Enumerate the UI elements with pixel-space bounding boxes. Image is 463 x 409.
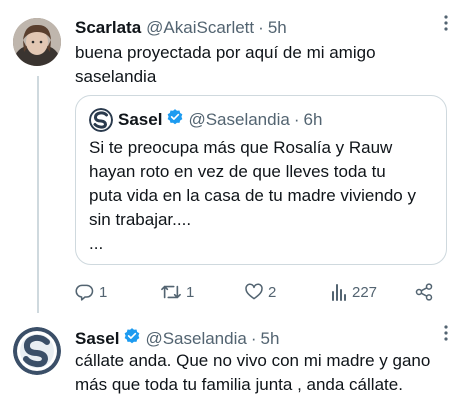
retweet-button[interactable]: 1	[160, 282, 194, 302]
reply-count: 1	[99, 283, 108, 301]
separator-dot: ·	[293, 109, 300, 129]
quote-time[interactable]: 6h	[304, 110, 323, 130]
author-name[interactable]: Sasel	[75, 329, 119, 349]
verified-icon	[123, 327, 141, 350]
retweet-count: 1	[186, 283, 195, 301]
reply-icon	[75, 284, 94, 301]
quote-text-line: puta vida en la casa de tu madre viviend…	[89, 186, 416, 205]
tweet1-header: Scarlata @AkaiScarlett · 5h	[75, 18, 287, 38]
tweet1-text-line: saselandia	[75, 67, 157, 86]
views-count: 227	[352, 283, 378, 301]
tweet2-header: Sasel @Saselandia · 5h	[75, 327, 279, 350]
more-icon[interactable]	[437, 14, 455, 32]
quote-text-line: sin trabajar....	[89, 210, 192, 229]
tweet2-text-line: cállate anda. Que no vivo con mi madre y…	[75, 351, 431, 370]
separator-dot: ·	[250, 328, 257, 348]
views-icon	[332, 284, 346, 301]
tweet2-text-line: más que toda tu familia junta , anda cál…	[75, 375, 403, 394]
reply-button[interactable]: 1	[75, 282, 107, 302]
quote-author-handle[interactable]: @Saselandia	[188, 110, 289, 130]
author-handle[interactable]: @AkaiScarlett	[146, 18, 254, 38]
verified-icon	[166, 108, 184, 131]
author-name[interactable]: Scarlata	[75, 18, 141, 38]
like-icon	[245, 283, 263, 300]
avatar-sasel-small[interactable]	[89, 108, 113, 132]
retweet-icon	[161, 285, 181, 299]
quote-text: Si te preocupa más que Rosalía y Rauw ha…	[89, 136, 416, 256]
tweet2-text: cállate anda. Que no vivo con mi madre y…	[75, 349, 430, 397]
thread-line	[37, 76, 39, 313]
quote-author-name[interactable]: Sasel	[118, 110, 162, 130]
avatar-sasel[interactable]	[13, 327, 61, 375]
more-icon[interactable]	[437, 324, 455, 342]
avatar-scarlata[interactable]	[13, 18, 61, 66]
share-button[interactable]	[414, 282, 438, 302]
tweet-time[interactable]: 5h	[268, 18, 287, 38]
quote-header: Sasel @Saselandia · 6h	[118, 108, 322, 131]
views-button[interactable]: 227	[330, 282, 377, 302]
quote-text-line: ...	[89, 234, 104, 253]
tweet1-text: buena proyectada por aquí de mi amigo sa…	[75, 41, 376, 89]
author-handle[interactable]: @Saselandia	[145, 329, 246, 349]
share-icon	[415, 283, 433, 301]
tweet1-text-line: buena proyectada por aquí de mi amigo	[75, 43, 376, 62]
quote-text-line: Si te preocupa más que Rosalía y Rauw	[89, 138, 393, 157]
quote-text-line: hayan roto en vez de que lleves toda tu	[89, 162, 386, 181]
like-count: 2	[268, 283, 277, 301]
separator-dot: ·	[258, 18, 264, 37]
tweet-time[interactable]: 5h	[261, 329, 280, 349]
like-button[interactable]: 2	[244, 282, 276, 302]
